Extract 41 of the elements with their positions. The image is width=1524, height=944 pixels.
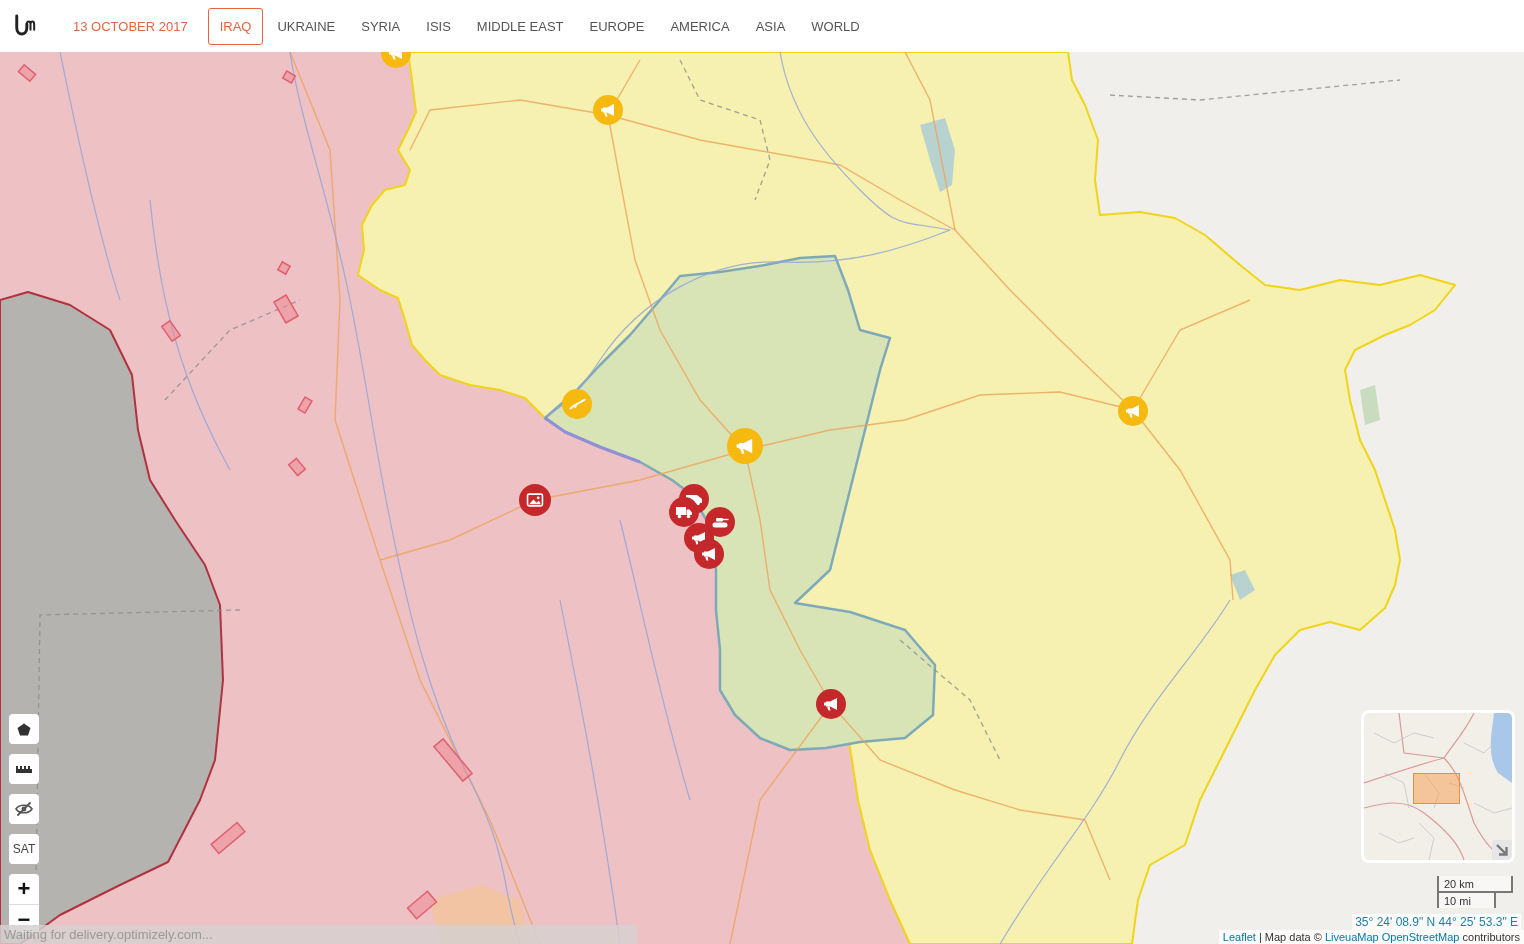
date-label: 13 OCTOBER 2017 xyxy=(73,18,188,34)
megaphone-marker-icon[interactable] xyxy=(593,95,623,125)
region-tab[interactable]: SYRIA xyxy=(349,7,413,45)
megaphone-marker-icon[interactable] xyxy=(727,428,763,464)
lake-area xyxy=(1230,570,1255,600)
region-tab[interactable]: ASIA xyxy=(743,7,798,45)
metric-scale-bar: 20 km xyxy=(1437,876,1513,893)
region-tab[interactable]: AMERICA xyxy=(658,7,742,45)
arrow-icon xyxy=(1496,844,1508,856)
eye-slash-icon xyxy=(15,802,33,816)
megaphone-marker-icon[interactable] xyxy=(381,52,411,68)
ruler-tool-button[interactable] xyxy=(9,754,39,784)
satellite-button[interactable]: SAT xyxy=(9,834,39,864)
marsh-area xyxy=(1360,385,1380,425)
attribution-link[interactable]: Leaflet xyxy=(1222,931,1256,943)
pentagon-icon xyxy=(17,722,31,736)
megaphone-marker-icon[interactable] xyxy=(816,689,846,719)
rifle-marker-icon[interactable] xyxy=(562,389,592,419)
megaphone-marker-icon[interactable] xyxy=(694,539,724,569)
minimap-toggle-button[interactable] xyxy=(1492,840,1512,860)
megaphone-marker-icon[interactable] xyxy=(1118,396,1148,426)
coordinates-readout: 35° 24' 08.9" N 44° 25' 53.3" E xyxy=(1352,914,1521,930)
site-outline xyxy=(276,260,292,276)
attribution-text: Leaflet | Map data © LiveuaMap OpenStreetMap contributors xyxy=(1218,930,1524,944)
logo-icon[interactable] xyxy=(14,14,36,38)
zoom-in-button[interactable]: + xyxy=(9,874,39,904)
region-tab[interactable]: WORLD xyxy=(799,7,872,45)
region-tab[interactable]: UKRAINE xyxy=(265,7,348,45)
polygon-tool-button[interactable] xyxy=(9,714,39,744)
ruler-icon xyxy=(16,765,32,773)
attribution-link[interactable]: OpenStreetMap xyxy=(1381,931,1460,943)
region-tab[interactable]: MIDDLE EAST xyxy=(464,7,576,45)
photo-marker-icon[interactable] xyxy=(519,484,551,516)
region-tab[interactable]: EUROPE xyxy=(577,7,657,45)
loading-status-toast: Waiting for delivery.optimizely.com... xyxy=(0,925,637,944)
imperial-scale-bar: 10 mi xyxy=(1437,891,1496,908)
site-outline xyxy=(281,70,297,84)
attribution-link[interactable]: LiveuaMap xyxy=(1324,931,1379,943)
visibility-toggle-button[interactable] xyxy=(9,794,39,824)
region-tab[interactable]: ISIS xyxy=(414,7,463,45)
truck-marker-icon[interactable] xyxy=(669,497,699,527)
